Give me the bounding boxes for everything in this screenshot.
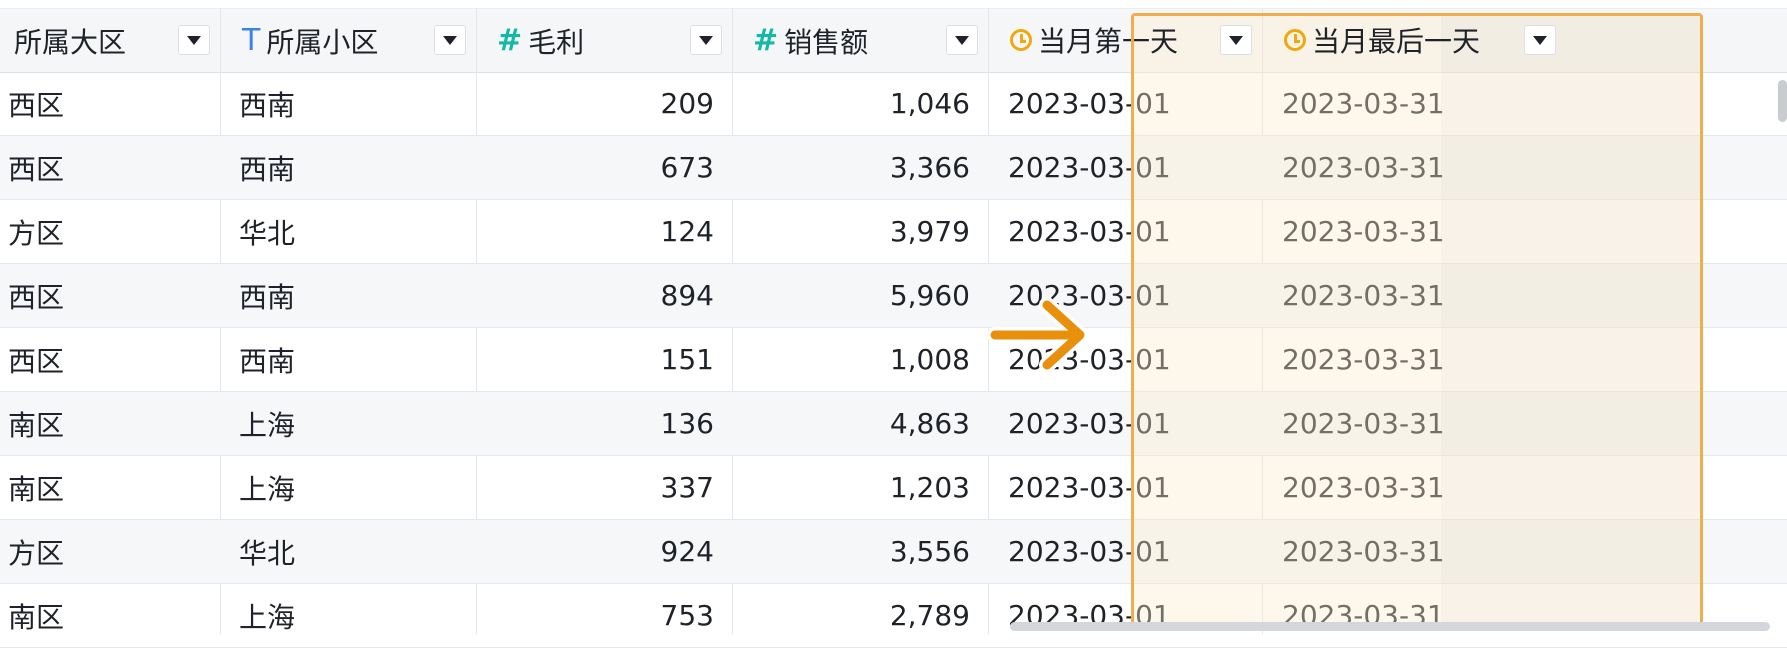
chevron-down-icon — [699, 35, 713, 45]
cell-region[interactable]: 南区 — [8, 392, 208, 455]
column-header-label: 所属小区 — [266, 25, 379, 59]
cell-region[interactable]: 方区 — [8, 520, 208, 583]
vertical-scrollbar[interactable] — [1778, 80, 1787, 122]
horizontal-scrollbar[interactable] — [1010, 622, 1770, 631]
cell-subregion[interactable]: 西南 — [239, 136, 459, 199]
column-header-label: 毛利 — [528, 25, 585, 59]
cell-subregion[interactable]: 华北 — [239, 200, 459, 263]
cell-gross-profit[interactable]: 136 — [476, 392, 714, 455]
chevron-down-icon — [443, 35, 457, 45]
cell-region[interactable]: 南区 — [8, 584, 208, 647]
cell-sales[interactable]: 4,863 — [732, 392, 970, 455]
cell-sales[interactable]: 3,979 — [732, 200, 970, 263]
column-header-gross-profit[interactable]: # 毛利 — [497, 9, 584, 72]
cell-sales[interactable]: 5,960 — [732, 264, 970, 327]
cell-region[interactable]: 西区 — [8, 72, 208, 135]
cell-region[interactable]: 西区 — [8, 328, 208, 391]
text-type-icon: T — [242, 23, 261, 58]
cell-subregion[interactable]: 华北 — [239, 520, 459, 583]
column-menu-button[interactable] — [434, 25, 466, 55]
cell-subregion[interactable]: 上海 — [239, 584, 459, 647]
cell-sales[interactable]: 1,046 — [732, 72, 970, 135]
column-header-label: 所属大区 — [14, 25, 127, 59]
column-menu-button[interactable] — [690, 25, 722, 55]
cell-gross-profit[interactable]: 894 — [476, 264, 714, 327]
cell-gross-profit[interactable]: 124 — [476, 200, 714, 263]
number-type-icon: # — [753, 23, 779, 58]
cell-subregion[interactable]: 西南 — [239, 72, 459, 135]
column-header-region[interactable]: 所属大区 — [14, 9, 126, 72]
cell-gross-profit[interactable]: 753 — [476, 584, 714, 647]
cell-sales[interactable]: 3,366 — [732, 136, 970, 199]
data-grid: 所属大区 T 所属小区 # 毛利 # 销售额 西区 西南 209 1,046 2023-… — [0, 0, 1787, 648]
cell-subregion[interactable]: 西南 — [239, 328, 459, 391]
clock-icon — [1010, 29, 1032, 51]
cell-subregion[interactable]: 西南 — [239, 264, 459, 327]
highlight-frame — [1131, 13, 1703, 628]
column-menu-button[interactable] — [178, 25, 210, 55]
cell-sales[interactable]: 1,008 — [732, 328, 970, 391]
column-header-label: 销售额 — [784, 25, 869, 59]
column-menu-button[interactable] — [946, 25, 978, 55]
cell-gross-profit[interactable]: 337 — [476, 456, 714, 519]
number-type-icon: # — [497, 23, 523, 58]
cell-region[interactable]: 方区 — [8, 200, 208, 263]
arrow-right-icon — [987, 297, 1088, 373]
cell-region[interactable]: 西区 — [8, 136, 208, 199]
cell-gross-profit[interactable]: 673 — [476, 136, 714, 199]
cell-gross-profit[interactable]: 924 — [476, 520, 714, 583]
cell-subregion[interactable]: 上海 — [239, 392, 459, 455]
column-header-sales[interactable]: # 销售额 — [753, 9, 868, 72]
chevron-down-icon — [187, 35, 201, 45]
cell-region[interactable]: 南区 — [8, 456, 208, 519]
cell-region[interactable]: 西区 — [8, 264, 208, 327]
column-header-subregion[interactable]: T 所属小区 — [242, 9, 378, 72]
cell-gross-profit[interactable]: 151 — [476, 328, 714, 391]
cell-subregion[interactable]: 上海 — [239, 456, 459, 519]
cell-sales[interactable]: 1,203 — [732, 456, 970, 519]
cell-gross-profit[interactable]: 209 — [476, 72, 714, 135]
cell-sales[interactable]: 2,789 — [732, 584, 970, 647]
cell-sales[interactable]: 3,556 — [732, 520, 970, 583]
chevron-down-icon — [955, 35, 969, 45]
